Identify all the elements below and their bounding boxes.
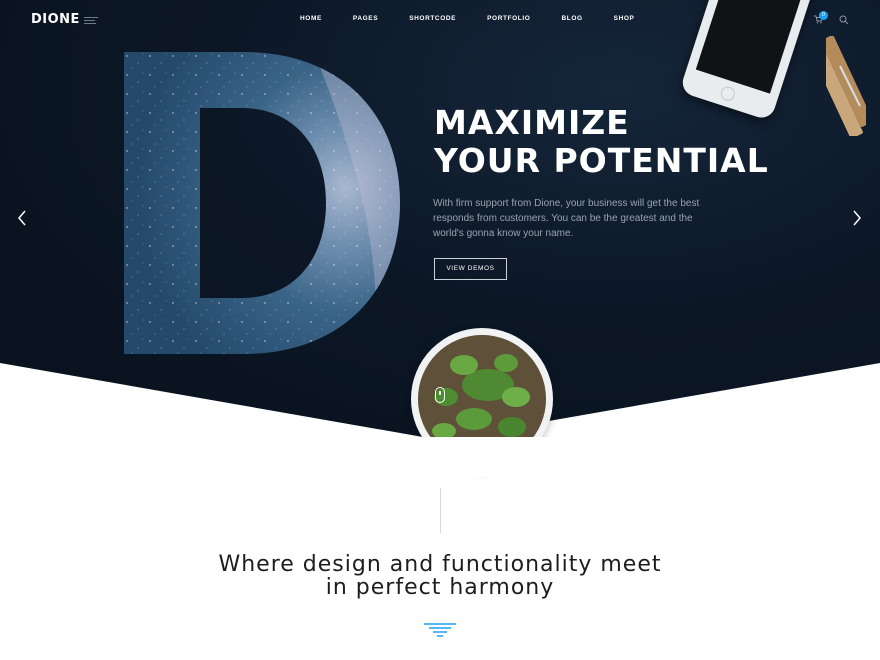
tagline-line-2: in perfect harmony — [325, 575, 555, 600]
view-demos-button[interactable]: VIEW DEMOS — [434, 258, 507, 280]
logo-tagline-lines — [83, 16, 98, 24]
hero-title-line-1: MAXIMIZE — [434, 103, 630, 142]
logo-text: DIONE — [31, 12, 80, 27]
cart-count-badge: 0 — [819, 11, 828, 20]
hero-description: With firm support from Dione, your busin… — [433, 198, 700, 239]
arrow-right-icon[interactable] — [852, 210, 862, 226]
nav-item-home[interactable]: HOME — [300, 15, 322, 22]
hero-title-line-2: YOUR POTENTIAL — [434, 141, 769, 180]
mouse-scroll-icon[interactable] — [435, 387, 445, 403]
arrow-left-icon[interactable] — [17, 210, 27, 226]
nav-item-portfolio[interactable]: PORTFOLIO — [487, 15, 530, 22]
nav-item-shortcode[interactable]: SHORTCODE — [409, 15, 456, 22]
binder-clip-image — [826, 36, 866, 136]
filter-lines-icon — [424, 623, 456, 637]
hero-title: MAXIMIZE YOUR POTENTIAL — [434, 104, 769, 180]
section-background — [0, 437, 880, 477]
nav-item-blog[interactable]: BLOG — [561, 15, 582, 22]
section-tagline: Where design and functionality meet in p… — [0, 553, 880, 599]
nav-item-shop[interactable]: SHOP — [614, 15, 635, 22]
main-nav: HOME PAGES SHORTCODE PORTFOLIO BLOG SHOP — [300, 15, 665, 22]
site-header: DIONE HOME PAGES SHORTCODE PORTFOLIO BLO… — [0, 0, 880, 40]
hero-letter-d — [124, 52, 400, 354]
nav-item-pages[interactable]: PAGES — [353, 15, 378, 22]
logo[interactable]: DIONE — [31, 12, 98, 27]
vertical-divider — [440, 488, 441, 533]
search-icon[interactable] — [839, 15, 849, 25]
tagline-line-1: Where design and functionality meet — [218, 552, 662, 577]
